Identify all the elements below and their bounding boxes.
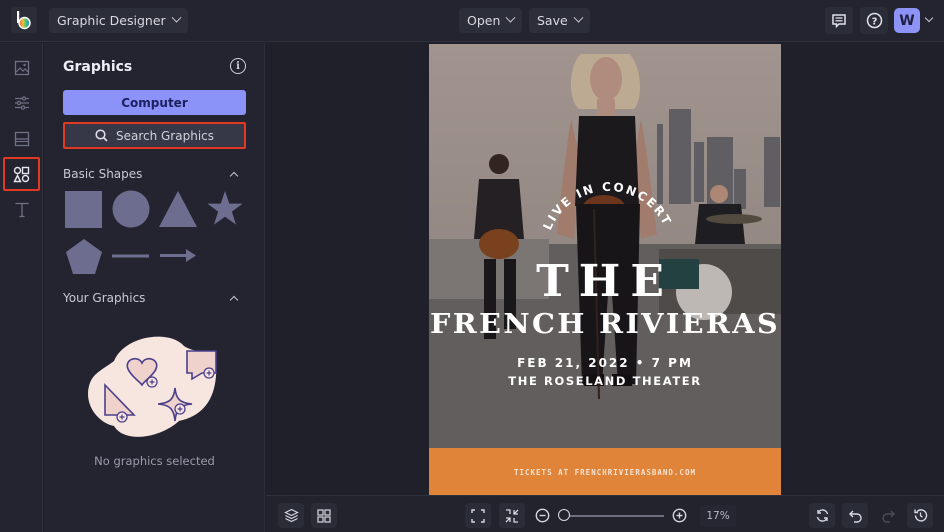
canvas-area: LIVE IN CONCERT THE FRENCH RIVIERAS FEB … bbox=[266, 43, 944, 495]
chevron-down-icon bbox=[505, 12, 516, 23]
open-dropdown[interactable]: Open bbox=[459, 8, 523, 33]
chevron-up-icon[interactable] bbox=[229, 171, 239, 181]
rail-item-edit[interactable] bbox=[3, 86, 40, 120]
chevron-down-icon bbox=[171, 12, 182, 23]
search-graphics-label: Search Graphics bbox=[115, 128, 215, 143]
chevron-up-icon[interactable] bbox=[229, 295, 239, 305]
refresh-button[interactable] bbox=[809, 503, 835, 528]
app-logo[interactable] bbox=[11, 7, 37, 33]
actual-size-button[interactable] bbox=[499, 503, 525, 528]
comment-icon bbox=[832, 13, 846, 28]
comments-button[interactable] bbox=[825, 7, 853, 34]
fit-screen-button[interactable] bbox=[465, 503, 491, 528]
layers-icon bbox=[283, 508, 299, 523]
undo-button[interactable] bbox=[842, 503, 868, 528]
svg-text:?: ? bbox=[871, 16, 877, 27]
search-graphics-button[interactable]: Search Graphics bbox=[63, 122, 246, 149]
help-icon: ? bbox=[866, 12, 882, 29]
search-icon bbox=[95, 129, 108, 142]
shape-line[interactable] bbox=[112, 252, 150, 260]
redo-button[interactable] bbox=[875, 503, 901, 528]
image-icon bbox=[14, 60, 29, 76]
graphics-panel: Graphics i Computer Search Graphics Basi… bbox=[44, 43, 265, 532]
your-graphics-heading: Your Graphics bbox=[63, 291, 146, 305]
computer-button[interactable]: Computer bbox=[63, 90, 246, 115]
basic-shapes-heading: Basic Shapes bbox=[63, 167, 143, 181]
zoom-slider-track[interactable] bbox=[561, 515, 664, 517]
mode-label: Graphic Designer bbox=[57, 13, 166, 28]
shape-arrow[interactable] bbox=[160, 248, 198, 263]
rail-item-layouts[interactable] bbox=[3, 122, 40, 156]
poster-title-line2: FRENCH RIVIERAS bbox=[430, 309, 780, 340]
layers-button[interactable] bbox=[278, 503, 304, 528]
zoom-value[interactable]: 17% bbox=[700, 505, 736, 527]
grid-button[interactable] bbox=[311, 503, 337, 528]
zoom-out-icon[interactable] bbox=[535, 508, 550, 523]
empty-state-text: No graphics selected bbox=[94, 454, 215, 468]
bottom-toolbar: 17% bbox=[266, 495, 944, 532]
poster-design[interactable]: LIVE IN CONCERT THE FRENCH RIVIERAS FEB … bbox=[429, 44, 781, 495]
poster-title-line1: THE bbox=[536, 256, 674, 307]
grid-icon bbox=[317, 508, 331, 523]
shape-triangle[interactable] bbox=[159, 191, 197, 227]
compress-icon bbox=[505, 508, 519, 523]
redo-icon bbox=[881, 510, 895, 523]
befunky-logo-icon bbox=[17, 11, 31, 30]
info-icon[interactable]: i bbox=[230, 58, 246, 74]
save-label: Save bbox=[537, 13, 568, 28]
help-button[interactable]: ? bbox=[860, 7, 888, 34]
expand-icon bbox=[471, 508, 485, 523]
shape-circle[interactable] bbox=[112, 190, 150, 228]
chevron-down-icon bbox=[573, 12, 584, 23]
shape-pentagon[interactable] bbox=[66, 239, 102, 274]
rail-item-graphics[interactable] bbox=[3, 157, 40, 191]
shape-square[interactable] bbox=[65, 191, 102, 228]
user-avatar[interactable]: W bbox=[894, 8, 920, 33]
save-dropdown[interactable]: Save bbox=[529, 8, 590, 33]
undo-icon bbox=[848, 510, 862, 523]
panel-title: Graphics bbox=[63, 59, 133, 75]
poster-footer-text: TICKETS AT FRENCHRIVIERASBAND.COM bbox=[514, 468, 696, 477]
shape-star[interactable] bbox=[207, 191, 243, 226]
open-label: Open bbox=[467, 13, 501, 28]
empty-graphics-illustration bbox=[88, 336, 217, 437]
poster-venue: THE ROSELAND THEATER bbox=[508, 374, 701, 388]
text-icon bbox=[15, 202, 28, 218]
mode-dropdown[interactable]: Graphic Designer bbox=[49, 8, 188, 33]
zoom-in-icon[interactable] bbox=[672, 508, 687, 523]
history-icon bbox=[913, 509, 927, 522]
layout-icon bbox=[14, 131, 29, 147]
zoom-slider-thumb[interactable] bbox=[558, 509, 571, 521]
sliders-icon bbox=[14, 96, 29, 110]
refresh-icon bbox=[816, 509, 828, 522]
top-bar: Graphic Designer Open Save ? W bbox=[0, 0, 944, 42]
chevron-down-icon[interactable] bbox=[924, 13, 934, 23]
tool-rail bbox=[0, 43, 43, 532]
poster-date: FEB 21, 2022 • 7 PM bbox=[517, 356, 693, 370]
poster-photo: LIVE IN CONCERT THE FRENCH RIVIERAS FEB … bbox=[429, 44, 781, 495]
history-button[interactable] bbox=[907, 503, 933, 528]
rail-item-text[interactable] bbox=[3, 193, 40, 227]
rail-item-photos[interactable] bbox=[3, 51, 40, 85]
shapes-icon bbox=[13, 166, 30, 182]
